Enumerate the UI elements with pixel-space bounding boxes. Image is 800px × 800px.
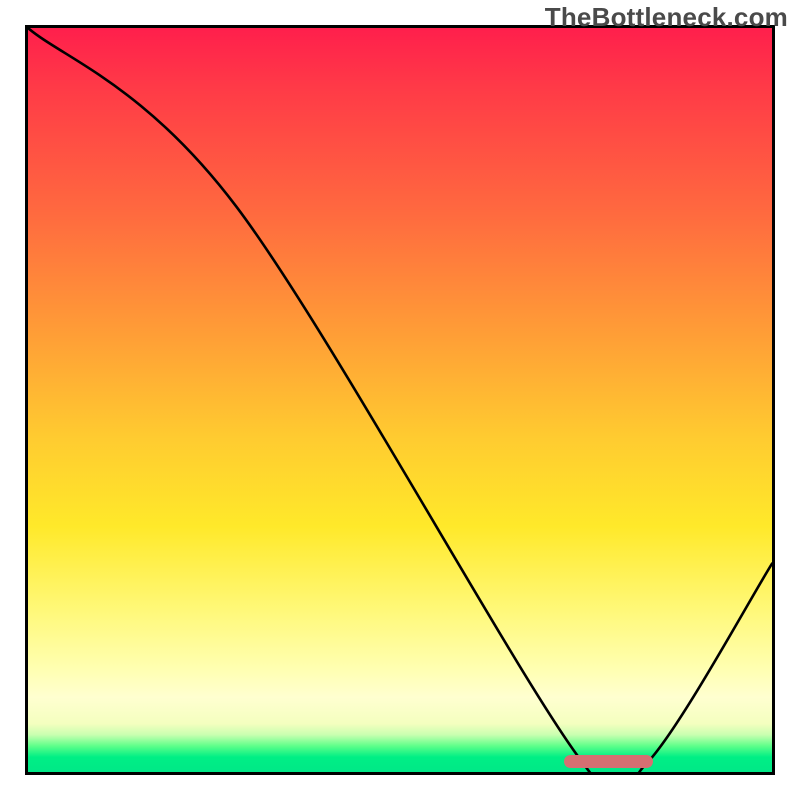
watermark-text: TheBottleneck.com: [545, 2, 788, 33]
plot-frame: [25, 25, 775, 775]
bottleneck-curve: [28, 28, 772, 772]
chart-stage: TheBottleneck.com: [0, 0, 800, 800]
optimal-range-marker: [564, 755, 653, 768]
curve-path: [28, 28, 772, 772]
